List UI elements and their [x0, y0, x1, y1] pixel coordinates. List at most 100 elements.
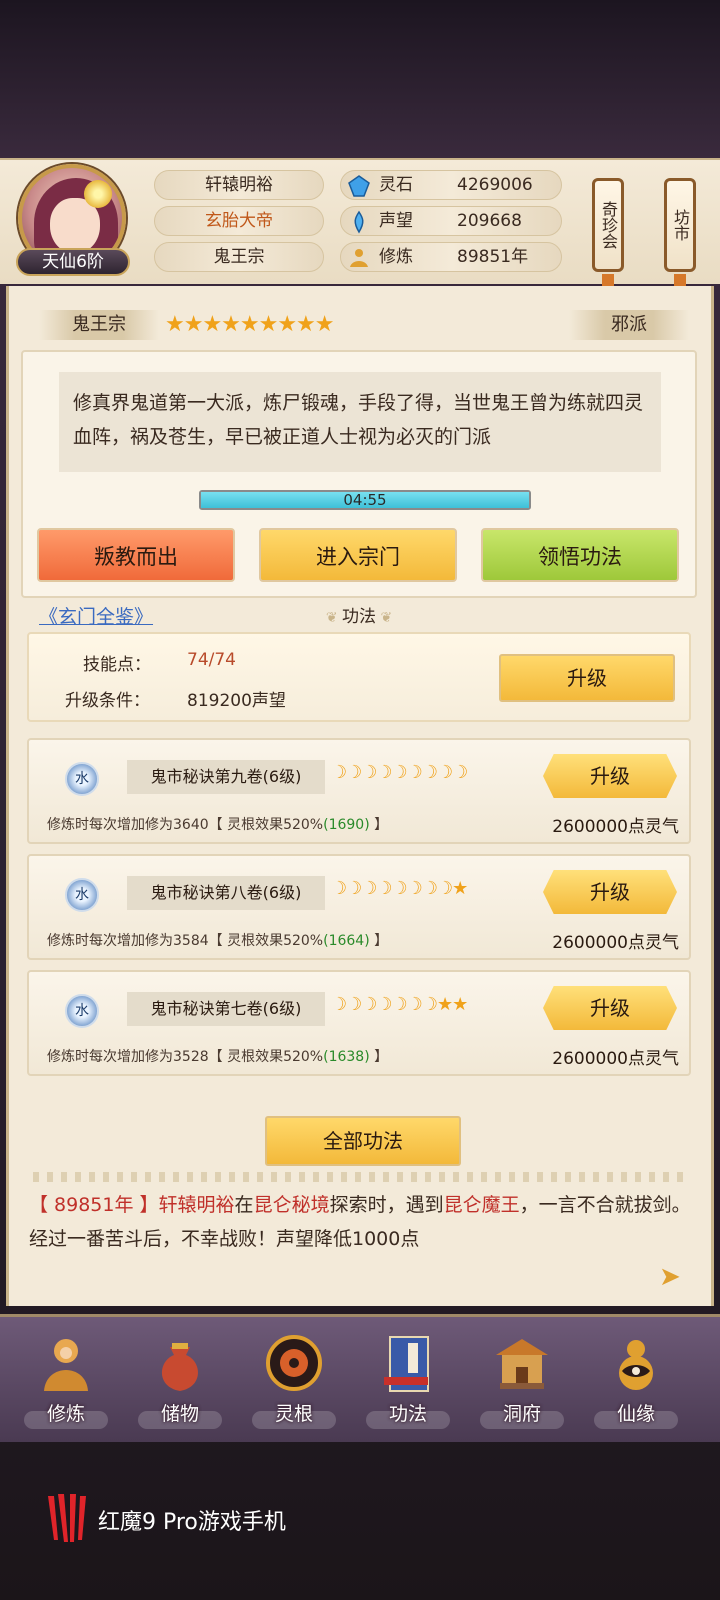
section-title-text: 功法	[342, 607, 376, 627]
section-title: ❦ 功法 ❦	[269, 602, 449, 627]
sect-info-frame: 修真界鬼道第一大派，炼尸锻魂，手段了得，当世鬼王曾为练就四灵血阵，祸及苍生，早已…	[21, 350, 697, 598]
watermark-text: 红魔9 Pro游戏手机	[98, 1510, 286, 1535]
description-end: 】	[369, 1049, 389, 1065]
technique-cost: 2600000点灵气	[552, 817, 679, 837]
resource-value: 209668	[457, 211, 522, 231]
nav-storage[interactable]: 储物	[124, 1327, 236, 1435]
water-element-icon: 水	[65, 878, 99, 912]
upgrade-technique-button[interactable]: 升级	[543, 870, 677, 914]
treasure-bag-icon	[161, 1343, 199, 1391]
technique-cost: 2600000点灵气	[552, 1049, 679, 1069]
nav-techniques[interactable]: 功法	[352, 1327, 464, 1435]
leave-sect-button[interactable]: 叛教而出	[37, 528, 235, 582]
nav-cave-palace[interactable]: 洞府	[466, 1327, 578, 1435]
market-button[interactable]: 坊市	[664, 178, 696, 272]
upgrade-skill-points-button[interactable]: 升级	[499, 654, 675, 702]
description-text: 修炼时每次增加修为3640【 灵根效果520%	[47, 817, 324, 833]
log-year: 【 89851年 】	[29, 1194, 159, 1216]
resource-label: 修炼	[379, 247, 413, 267]
timer-bar: 04:55	[199, 490, 531, 510]
resource-prestige: 声望 209668	[340, 206, 562, 236]
treasure-auction-button[interactable]: 奇珍会	[592, 178, 624, 272]
technique-rating: ☽☽☽☽☽☽☽☽☽	[331, 762, 468, 783]
next-arrow-icon[interactable]: ➤	[659, 1262, 681, 1292]
device-watermark: 红魔9 Pro游戏手机	[44, 1490, 444, 1546]
technique-card: 水 鬼市秘诀第九卷(6级) ☽☽☽☽☽☽☽☽☽ 升级 修炼时每次增加修为3640…	[27, 738, 691, 844]
technique-description: 修炼时每次增加修为3640【 灵根效果520%(1690) 】	[47, 814, 388, 834]
technique-card: 水 鬼市秘诀第七卷(6级) ☽☽☽☽☽☽☽★★ 升级 修炼时每次增加修为3528…	[27, 970, 691, 1076]
technique-name: 鬼市秘诀第七卷(6级)	[127, 992, 325, 1026]
nav-cultivate[interactable]: 修炼	[10, 1327, 122, 1435]
rank-badge: 天仙6阶	[16, 248, 130, 276]
resource-value: 4269006	[457, 175, 533, 195]
learn-technique-button[interactable]: 领悟功法	[481, 528, 679, 582]
upgrade-condition-value: 819200声望	[187, 691, 286, 711]
book-link[interactable]: 《玄门全鉴》	[39, 602, 153, 629]
upgrade-technique-button[interactable]: 升级	[543, 754, 677, 798]
cultivation-icon	[350, 249, 368, 267]
nav-label: 洞府	[502, 1403, 541, 1425]
nav-destiny[interactable]: 仙缘	[580, 1327, 692, 1435]
water-element-icon: 水	[65, 994, 99, 1028]
nav-spirit-root[interactable]: 灵根	[238, 1327, 350, 1435]
technique-description: 修炼时每次增加修为3528【 灵根效果520%(1638) 】	[47, 1046, 388, 1066]
technique-cost: 2600000点灵气	[552, 933, 679, 953]
description-bonus: (1690)	[323, 817, 370, 833]
description-bonus: (1638)	[323, 1049, 370, 1065]
sect-stars: ★★★★★★★★★	[165, 312, 335, 337]
enter-sect-button[interactable]: 进入宗门	[259, 528, 457, 582]
nav-label: 灵根	[274, 1403, 313, 1425]
player-title: 玄胎大帝	[154, 206, 324, 236]
scripture-book-icon	[384, 1336, 429, 1392]
skill-points-panel: 技能点： 74/74 升级条件： 819200声望 升级	[27, 632, 691, 722]
event-log: 【 89851年 】轩辕明裕在昆仑秘境探索时，遇到昆仑魔王，一言不合就拔剑。经过…	[29, 1188, 693, 1256]
technique-name: 鬼市秘诀第八卷(6级)	[127, 876, 325, 910]
resource-spirit-stone: 灵石 4269006	[340, 170, 562, 200]
prestige-icon	[354, 210, 364, 234]
divider	[33, 1172, 689, 1182]
cave-palace-icon	[496, 1339, 548, 1389]
resource-cultivation: 修炼 89851年	[340, 242, 562, 272]
resource-value: 89851年	[457, 247, 529, 267]
immortal-gourd-icon	[619, 1340, 653, 1390]
spirit-stone-icon	[348, 175, 370, 197]
nav-label: 储物	[160, 1403, 199, 1425]
log-enemy: 昆仑魔王	[443, 1194, 520, 1216]
sect-alignment: 邪派	[569, 310, 689, 340]
spirit-root-icon	[266, 1335, 322, 1391]
description-bonus: (1664)	[323, 933, 370, 949]
player-header: 天仙6阶 轩辕明裕 玄胎大帝 鬼王宗 灵石 4269006 声望 209668 …	[0, 158, 720, 300]
description-end: 】	[369, 933, 389, 949]
red-magic-logo-icon	[48, 1494, 86, 1542]
bottom-nav: 修炼 储物 灵根 功法 洞府 仙缘	[0, 1314, 720, 1442]
log-place: 昆仑秘境	[253, 1194, 330, 1216]
skill-points-label: 技能点：	[83, 655, 151, 675]
scroll-ornament-icon: ❦	[376, 610, 393, 626]
upgrade-condition-label: 升级条件：	[65, 691, 150, 711]
nav-label: 功法	[388, 1403, 427, 1425]
water-element-icon: 水	[65, 762, 99, 796]
technique-card: 水 鬼市秘诀第八卷(6级) ☽☽☽☽☽☽☽☽★ 升级 修炼时每次增加修为3584…	[27, 854, 691, 960]
upgrade-technique-button[interactable]: 升级	[543, 986, 677, 1030]
flower-ornament-icon	[84, 180, 112, 208]
skill-points-value: 74/74	[187, 650, 236, 670]
log-text: 探索时，遇到	[329, 1194, 444, 1216]
description-text: 修炼时每次增加修为3584【 灵根效果520%	[47, 933, 324, 949]
technique-description: 修炼时每次增加修为3584【 灵根效果520%(1664) 】	[47, 930, 388, 950]
timer-text: 04:55	[343, 491, 387, 509]
player-sect: 鬼王宗	[154, 242, 324, 272]
main-panel: 鬼王宗 ★★★★★★★★★ 邪派 修真界鬼道第一大派，炼尸锻魂，手段了得，当世鬼…	[6, 286, 714, 1306]
player-name: 轩辕明裕	[154, 170, 324, 200]
log-actor: 轩辕明裕	[158, 1194, 235, 1216]
nav-label: 修炼	[46, 1403, 85, 1425]
log-text: 在	[234, 1194, 254, 1216]
sect-name: 鬼王宗	[39, 310, 159, 340]
meditating-monk-icon	[44, 1339, 88, 1391]
nav-label: 仙缘	[616, 1403, 655, 1425]
sect-description: 修真界鬼道第一大派，炼尸锻魂，手段了得，当世鬼王曾为练就四灵血阵，祸及苍生，早已…	[59, 372, 661, 472]
description-text: 修炼时每次增加修为3528【 灵根效果520%	[47, 1049, 324, 1065]
technique-rating: ☽☽☽☽☽☽☽★★	[331, 994, 468, 1015]
technique-rating: ☽☽☽☽☽☽☽☽★	[331, 878, 468, 899]
all-techniques-button[interactable]: 全部功法	[265, 1116, 461, 1166]
scroll-ornament-icon: ❦	[325, 610, 342, 626]
